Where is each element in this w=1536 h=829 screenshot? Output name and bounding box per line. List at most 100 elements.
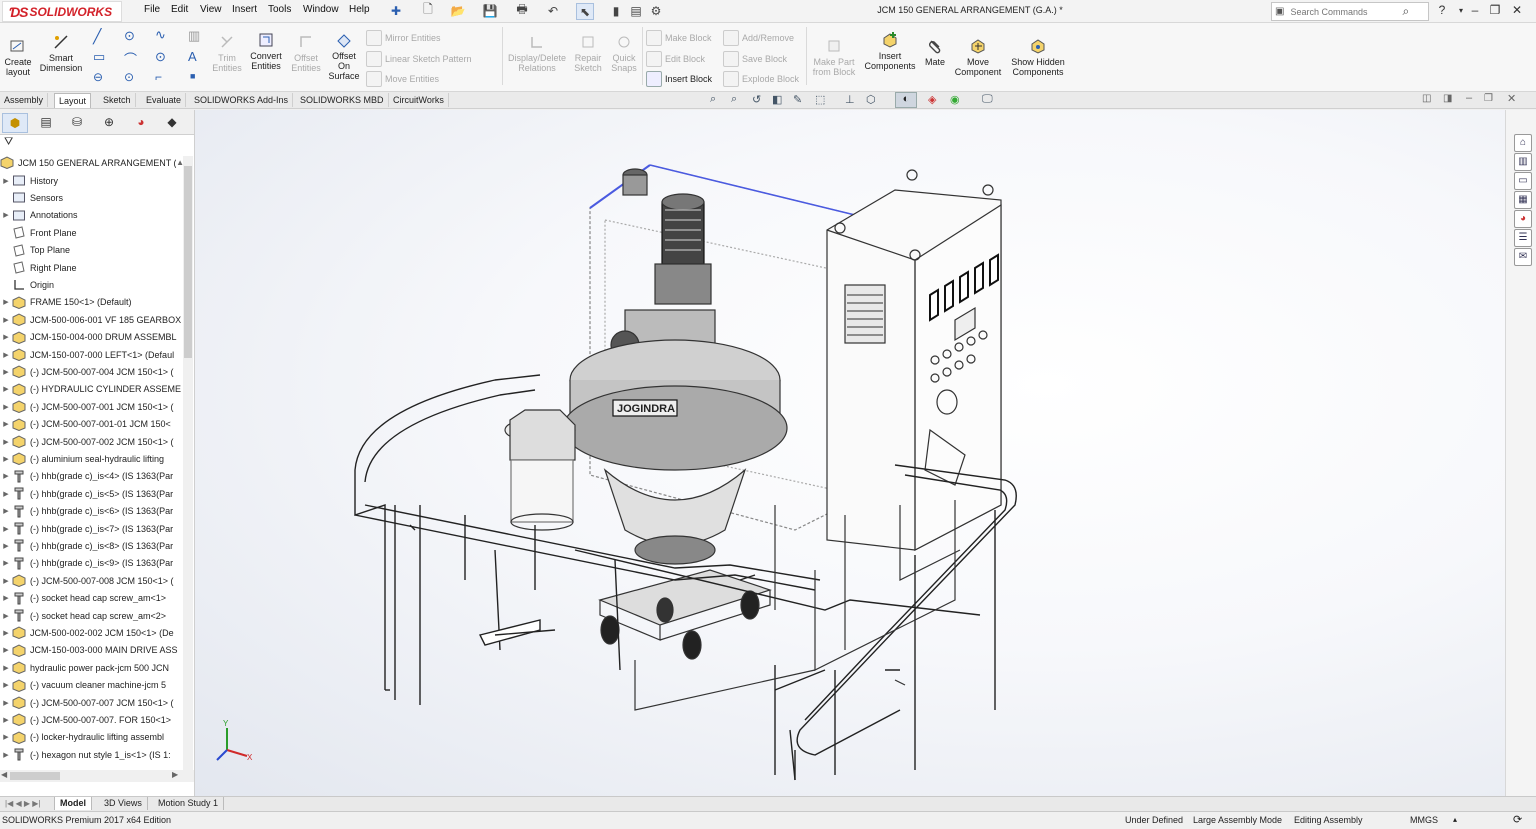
- display-style-icon[interactable]: ⊥: [845, 93, 855, 106]
- tree-item[interactable]: ▶ (-) aluminium seal-hydraulic lifting: [0, 450, 182, 467]
- tree-item[interactable]: Sensors: [0, 189, 182, 206]
- open-icon[interactable]: 📂: [450, 3, 466, 18]
- tree-item[interactable]: Right Plane: [0, 259, 182, 276]
- quick-snaps-button[interactable]: Quick Snaps: [608, 33, 640, 73]
- tree-item[interactable]: ▶ JCM-150-004-000 DRUM ASSEMBL: [0, 329, 182, 346]
- tree-item[interactable]: ▶ (-) JCM-500-007-001-01 JCM 150<: [0, 416, 182, 433]
- search-icon[interactable]: ⌕: [1402, 4, 1409, 19]
- tree-item[interactable]: ▶ JCM-500-006-001 VF 185 GEARBOX: [0, 311, 182, 328]
- dynamic-annotation-icon[interactable]: ✎: [793, 93, 802, 106]
- explode-block-button[interactable]: Explode Block: [723, 71, 799, 87]
- tree-horizontal-scrollbar[interactable]: ◀ ▶: [0, 770, 194, 782]
- search-commands[interactable]: ▣ ⌕: [1271, 2, 1429, 21]
- mirror-entities-button[interactable]: Mirror Entities: [366, 30, 441, 46]
- save-icon[interactable]: 💾: [482, 3, 498, 18]
- expand-arrow-icon[interactable]: ▶: [0, 420, 12, 428]
- tree-item[interactable]: Front Plane: [0, 224, 182, 241]
- insert-components-button[interactable]: Insert Components: [862, 31, 918, 71]
- tree-item[interactable]: ▶ (-) socket head cap screw_am<1>: [0, 590, 182, 607]
- tab-motion-study-1[interactable]: Motion Study 1: [153, 797, 225, 810]
- expand-arrow-icon[interactable]: ▶: [0, 455, 12, 463]
- menu-edit[interactable]: Edit: [171, 4, 188, 15]
- expand-arrow-icon[interactable]: ▶: [0, 577, 12, 585]
- menu-window[interactable]: Window: [303, 4, 339, 15]
- expand-arrow-icon[interactable]: ▶: [0, 438, 12, 446]
- tab-layout[interactable]: Layout: [54, 93, 92, 108]
- trim-entities-button[interactable]: Trim Entities: [208, 33, 246, 73]
- expand-arrow-icon[interactable]: ▶: [0, 472, 12, 480]
- text-icon[interactable]: A: [188, 49, 197, 64]
- doc-restore-icon[interactable]: ❐: [1484, 93, 1493, 104]
- tree-item[interactable]: ▶ (-) socket head cap screw_am<2>: [0, 607, 182, 624]
- tab-solidworks-mbd[interactable]: SOLIDWORKS MBD: [296, 93, 389, 107]
- collapse-pane-icon[interactable]: ◆: [160, 113, 184, 131]
- tree-item[interactable]: ▶ (-) hhb(grade c)_is<8> (IS 1363(Par: [0, 537, 182, 554]
- tree-item[interactable]: ▶ JCM-150-007-000 LEFT<1> (Defaul: [0, 346, 182, 363]
- help-icon[interactable]: ?: [1433, 2, 1451, 19]
- edit-block-button[interactable]: Edit Block: [646, 51, 705, 67]
- expand-arrow-icon[interactable]: ▶: [0, 612, 12, 620]
- expand-arrow-icon[interactable]: ▶: [0, 699, 12, 707]
- traffic-light-icon[interactable]: ▮: [608, 3, 624, 18]
- convert-entities-button[interactable]: Convert Entities: [246, 31, 286, 71]
- units-selector[interactable]: MMGS: [1410, 815, 1438, 825]
- expand-arrow-icon[interactable]: ▶: [0, 368, 12, 376]
- zoom-to-area-icon[interactable]: ⌕: [731, 93, 737, 106]
- solidworks-resources-icon[interactable]: ⌂: [1514, 134, 1532, 152]
- fillet-icon[interactable]: ⌐: [155, 70, 162, 84]
- make-block-button[interactable]: Make Block: [646, 30, 712, 46]
- undo-icon[interactable]: ↶: [545, 3, 561, 18]
- repair-sketch-button[interactable]: Repair Sketch: [572, 33, 604, 73]
- tree-item[interactable]: ▶ (-) vacuum cleaner machine-jcm 5: [0, 677, 182, 694]
- tree-item[interactable]: Top Plane: [0, 242, 182, 259]
- filter-icon[interactable]: ⛛: [4, 136, 13, 149]
- section-view-icon[interactable]: ◧: [772, 93, 782, 106]
- linear-sketch-pattern-button[interactable]: Linear Sketch Pattern: [366, 51, 472, 67]
- point-dot-icon[interactable]: ■: [190, 71, 195, 81]
- tree-item[interactable]: ▶ FRAME 150<1> (Default): [0, 294, 182, 311]
- insert-block-button[interactable]: Insert Block: [646, 71, 712, 87]
- tree-item[interactable]: ▶ JCM-500-002-002 JCM 150<1> (De: [0, 624, 182, 641]
- offset-entities-button[interactable]: Offset Entities: [288, 33, 324, 73]
- previous-view-icon[interactable]: ↺: [752, 93, 761, 106]
- expand-arrow-icon[interactable]: ▶: [0, 333, 12, 341]
- expand-arrow-icon[interactable]: ▶: [0, 351, 12, 359]
- view-settings-icon[interactable]: ◉: [950, 93, 960, 106]
- rectangle-icon[interactable]: ▭: [93, 49, 105, 65]
- expand-arrow-icon[interactable]: ▶: [0, 681, 12, 689]
- make-part-from-block-button[interactable]: Make Part from Block: [810, 37, 858, 77]
- new-document-icon[interactable]: 🗋: [420, 2, 436, 18]
- add-remove-button[interactable]: Add/Remove: [723, 30, 794, 46]
- solidworks-logo[interactable]: ƊS SOLIDWORKS: [2, 1, 122, 22]
- tree-item[interactable]: ▶ (-) hhb(grade c)_is<5> (IS 1363(Par: [0, 485, 182, 502]
- menu-view[interactable]: View: [200, 4, 222, 15]
- expand-arrow-icon[interactable]: ▶: [0, 716, 12, 724]
- smart-dimension-button[interactable]: Smart Dimension: [38, 33, 84, 73]
- menu-help[interactable]: Help: [349, 4, 370, 15]
- tree-item[interactable]: ▶ (-) hhb(grade c)_is<9> (IS 1363(Par: [0, 555, 182, 572]
- menu-insert[interactable]: Insert: [232, 4, 257, 15]
- tree-item[interactable]: ▶ (-) JCM-500-007-004 JCM 150<1> (: [0, 363, 182, 380]
- tree-item[interactable]: ▶ (-) hhb(grade c)_is<6> (IS 1363(Par: [0, 503, 182, 520]
- minimize-icon[interactable]: –: [1466, 2, 1484, 19]
- dimxpert-manager-tab-icon[interactable]: ⊕: [97, 113, 121, 131]
- tree-item[interactable]: ▶ (-) JCM-500-007-008 JCM 150<1> (: [0, 572, 182, 589]
- file-properties-icon[interactable]: ▤: [628, 3, 644, 18]
- tab-model[interactable]: Model: [55, 797, 92, 810]
- expand-arrow-icon[interactable]: ▶: [0, 507, 12, 515]
- display-monitor-icon[interactable]: 🖵: [982, 93, 993, 106]
- tree-item[interactable]: ▶ (-) JCM-500-007-001 JCM 150<1> (: [0, 398, 182, 415]
- tree-item[interactable]: Origin: [0, 276, 182, 293]
- pin-icon[interactable]: ✚: [388, 3, 404, 18]
- scroll-right-icon[interactable]: ▶: [172, 770, 178, 779]
- expand-arrow-icon[interactable]: ▶: [0, 646, 12, 654]
- create-layout-button[interactable]: Create layout: [2, 37, 34, 77]
- viewport-tile-icon[interactable]: ◨: [1443, 93, 1452, 104]
- mate-button[interactable]: Mate: [920, 37, 950, 67]
- scroll-thumb[interactable]: [184, 166, 192, 358]
- scroll-left-icon[interactable]: ◀: [1, 770, 7, 779]
- tree-root-assembly[interactable]: JCM 150 GENERAL ARRANGEMENT (G... ▲: [0, 154, 184, 171]
- tab-solidworks-add-ins[interactable]: SOLIDWORKS Add-Ins: [190, 93, 294, 107]
- edit-appearance-icon[interactable]: ◐: [895, 92, 917, 108]
- show-hidden-components-button[interactable]: Show Hidden Components: [1008, 37, 1068, 77]
